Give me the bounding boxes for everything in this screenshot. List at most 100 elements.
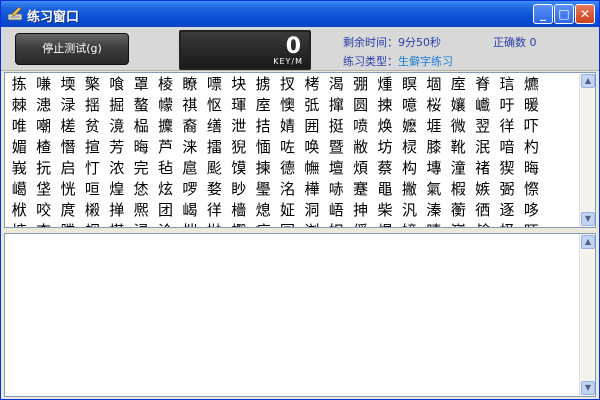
- practice-character: 浏: [300, 221, 324, 227]
- practice-character: 鹼: [470, 221, 494, 227]
- window-title: 练习窗口: [27, 10, 80, 25]
- practice-character: 滰: [109, 117, 125, 135]
- practice-character: 擂: [206, 138, 222, 156]
- practice-character: 眇: [231, 180, 247, 198]
- practice-character: 黽: [377, 180, 393, 198]
- correct-count: 正确数 0: [493, 36, 537, 49]
- practice-character: 巇: [475, 96, 491, 114]
- practice-character: 咺: [84, 180, 100, 198]
- practice-character: 哆: [523, 201, 539, 219]
- character-row: 嶱垡恍咺煌恷炫啰婺眇璺洺樺哧蹇黽撇氣椵嫉弻憏: [7, 179, 577, 200]
- practice-character: 痾: [251, 221, 275, 227]
- input-scroll-down-icon[interactable]: ▼: [581, 381, 595, 395]
- practice-character: 猰: [499, 159, 515, 177]
- practice-character: 徆: [475, 201, 491, 219]
- practice-character: 完: [133, 159, 149, 177]
- practice-character: 挺: [328, 117, 344, 135]
- practice-character: 攈: [158, 117, 174, 135]
- remaining-time: 剩余时间：9分50秒: [343, 36, 441, 49]
- scroll-up-icon[interactable]: ▲: [581, 74, 595, 88]
- practice-character: 棘: [11, 96, 27, 114]
- character-row: 栿咬庹樧掸熈团嵑徉檣熄姃洞峿抻柴汎溱蘅徆逐哆: [7, 200, 577, 221]
- practice-character: 巅: [446, 221, 470, 227]
- practice-character: 祺: [182, 96, 198, 114]
- practice-character: 楂: [36, 138, 52, 156]
- practice-character: 蠮: [227, 221, 251, 227]
- speed-counter: 0 KEY/M: [179, 30, 311, 70]
- practice-character: 靴: [450, 138, 466, 156]
- practice-character: 抏: [36, 159, 52, 177]
- practice-character: 恺: [178, 221, 202, 227]
- practice-character: 弤: [304, 96, 320, 114]
- practice-character: 馍: [231, 159, 247, 177]
- practice-character: 浓: [109, 159, 125, 177]
- practice-character: 嶱: [11, 180, 27, 198]
- minimize-button[interactable]: _: [533, 4, 553, 24]
- practice-character: 囲: [304, 117, 320, 135]
- practice-character: 憏: [523, 180, 539, 198]
- practice-character: 徉: [499, 117, 515, 135]
- practice-character: 揎: [84, 138, 100, 156]
- practice-character: 禇: [475, 159, 491, 177]
- practice-character: 庹: [60, 201, 76, 219]
- practice-character: 堐: [426, 117, 442, 135]
- speed-value: 0: [285, 34, 301, 59]
- practice-character: 樧: [84, 201, 100, 219]
- practice-character: 暖: [523, 96, 539, 114]
- title-bar[interactable]: 练习窗口 _ □ ✕: [1, 1, 599, 27]
- practice-character: 煌: [109, 180, 125, 198]
- practice-character: 毡: [158, 159, 174, 177]
- practice-character: 揀: [255, 159, 271, 177]
- practice-character: 嵑: [182, 201, 198, 219]
- practice-character: 嫉: [475, 180, 491, 198]
- practice-character: 抛: [202, 221, 226, 227]
- practice-character: 蜩: [80, 221, 104, 227]
- character-row: 塘杏媵蜩椹浸泠恺抛蠮痾囩浏妲僢煋嫜睛巅鹼柽眄: [7, 221, 577, 227]
- practice-character: 掸: [109, 201, 125, 219]
- practice-character: 蹇: [353, 180, 369, 198]
- practice-character: 峩: [11, 159, 27, 177]
- practice-character: 椵: [450, 180, 466, 198]
- scroll-down-icon[interactable]: ▼: [581, 212, 595, 226]
- practice-character: 椹: [105, 221, 129, 227]
- practice-character: 媚: [11, 138, 27, 156]
- practice-character: 构: [401, 159, 417, 177]
- practice-character: 团: [158, 201, 174, 219]
- practice-character: 圆: [353, 96, 369, 114]
- practice-character: 姃: [279, 201, 295, 219]
- input-scroll-up-icon[interactable]: ▲: [581, 235, 595, 249]
- practice-character: 棱: [158, 75, 174, 93]
- maximize-button[interactable]: □: [554, 4, 574, 24]
- practice-character: 芳: [109, 138, 125, 156]
- practice-type-value: 生僻字练习: [398, 55, 453, 68]
- practice-character: 璺: [255, 180, 271, 198]
- practice-character: 撺: [328, 96, 344, 114]
- practice-character: 唯: [11, 117, 27, 135]
- practice-character: 氣: [426, 180, 442, 198]
- practice-character: 樺: [304, 180, 320, 198]
- practice-character: 婺: [206, 180, 222, 198]
- practice-character: 晦: [523, 159, 539, 177]
- practice-text-pane: 拣嗛堧檠喰罩棱瞭嘌块掳扠栲渴弸煄瞑堌庢脊琂爊棘漶渌揺掘螯幪祺怄琿庢懊弤撺圆捒噫桜…: [4, 72, 596, 228]
- text-scrollbar[interactable]: ▲ ▼: [579, 73, 595, 227]
- practice-character: 壇: [328, 159, 344, 177]
- character-row: 媚楂憯揎芳晦芦涞擂猊愐咗唤暨敝坊棂膝靴泯喑杓: [7, 137, 577, 158]
- practice-character: 憯: [60, 138, 76, 156]
- practice-character: 囩: [275, 221, 299, 227]
- practice-character: 逐: [499, 201, 515, 219]
- practice-character: 缮: [206, 117, 222, 135]
- practice-character: 徉: [206, 201, 222, 219]
- typing-input-area[interactable]: ▲ ▼: [4, 233, 596, 397]
- input-scrollbar[interactable]: ▲ ▼: [579, 234, 595, 396]
- practice-character: 德: [279, 159, 295, 177]
- stop-test-button[interactable]: 停止测试(g): [15, 33, 129, 65]
- practice-character: 瞭: [182, 75, 198, 93]
- practice-window: 练习窗口 _ □ ✕ 停止测试(g) 0 KEY/M 剩余时间：9分50秒 正确…: [0, 0, 600, 400]
- practice-character: 吓: [523, 117, 539, 135]
- close-button[interactable]: ✕: [575, 4, 595, 24]
- practice-character: 喰: [109, 75, 125, 93]
- practice-character: 扈: [182, 159, 198, 177]
- practice-character: 启: [60, 159, 76, 177]
- practice-character: 幠: [304, 159, 320, 177]
- practice-character: 渴: [328, 75, 344, 93]
